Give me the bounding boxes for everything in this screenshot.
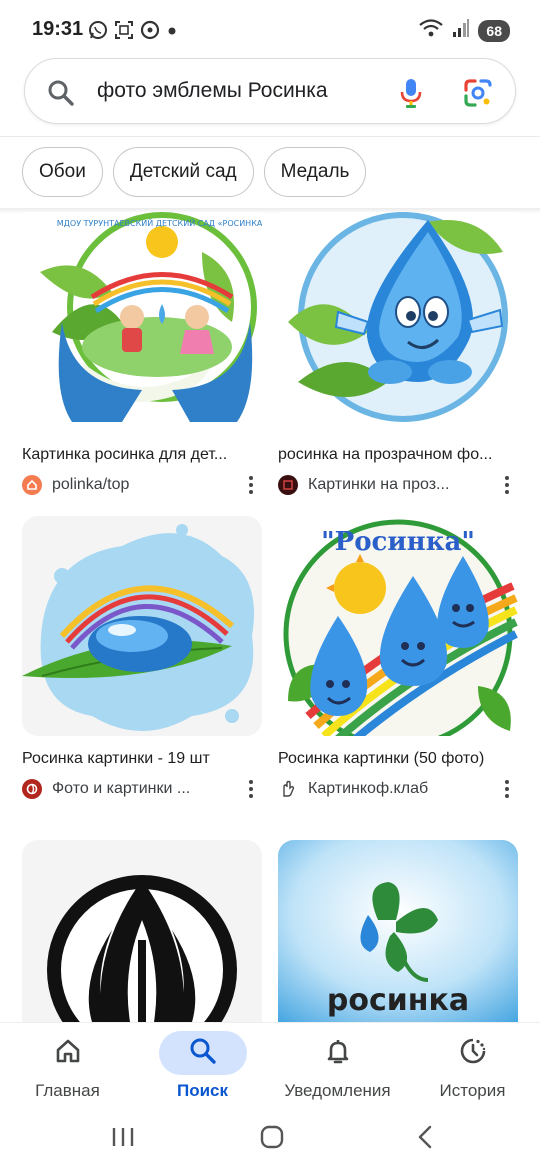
nav-history-label: История xyxy=(439,1081,506,1100)
more-options-icon[interactable] xyxy=(502,476,512,494)
nav-search-label: Поиск xyxy=(176,1081,229,1100)
history-icon xyxy=(459,1037,487,1070)
more-options-icon[interactable] xyxy=(502,780,512,798)
chip-medal[interactable]: Медаль xyxy=(263,147,367,197)
back-button-icon[interactable] xyxy=(413,1124,439,1155)
recents-button-icon[interactable] xyxy=(110,1124,136,1155)
result-source-row: Картинки на проз... xyxy=(278,474,518,496)
result-image[interactable]: росинка xyxy=(278,840,518,1022)
more-options-icon[interactable] xyxy=(246,780,256,798)
result-source[interactable]: Фото и картинки ... xyxy=(52,780,224,798)
nav-search-pill xyxy=(159,1031,247,1075)
emblem-text: МДОУ ТУРУНТАЕВСКИЙ ДЕТСКИЙ САД «РОСИНКА» xyxy=(57,217,262,228)
result-source-row: Фото и картинки ... xyxy=(22,778,262,800)
result-image[interactable]: "Росинка" xyxy=(278,516,518,736)
nav-home[interactable]: Главная xyxy=(0,1023,135,1115)
nav-home-label: Главная xyxy=(35,1081,100,1100)
system-navigation-bar xyxy=(0,1114,540,1170)
filter-chips: Обои Детский сад Медаль xyxy=(22,147,367,197)
result-caption[interactable]: Росинка картинки - 19 шт xyxy=(22,750,258,768)
bottom-navigation: Главная Поиск Уведомления История xyxy=(0,1022,540,1114)
search-icon xyxy=(47,79,75,112)
result-image[interactable] xyxy=(22,840,262,1022)
mic-icon[interactable] xyxy=(399,77,423,114)
result-source-row: Картинкоф.клаб xyxy=(278,778,518,800)
result-source[interactable]: Картинкоф.клаб xyxy=(308,780,480,798)
status-time: 19:31 xyxy=(32,18,84,40)
screenshot-icon xyxy=(114,20,134,45)
google-lens-icon[interactable] xyxy=(463,78,493,113)
nav-notifications[interactable]: Уведомления xyxy=(270,1023,405,1115)
result-caption[interactable]: Картинка росинка для дет... xyxy=(22,446,258,464)
emblem-title: "Росинка" xyxy=(321,527,475,557)
home-icon xyxy=(54,1037,82,1070)
nav-notifications-label: Уведомления xyxy=(284,1081,391,1100)
chip-detsky-sad[interactable]: Детский сад xyxy=(112,147,254,197)
bell-icon xyxy=(324,1037,352,1070)
nav-home-pill xyxy=(24,1031,112,1075)
status-bar: 19:31 68 xyxy=(0,0,540,58)
home-button-icon[interactable] xyxy=(259,1124,285,1155)
result-card[interactable]: росинка на прозрачном фо... Картинки на … xyxy=(278,212,518,496)
dark-square-favicon-icon xyxy=(278,475,298,495)
dot-icon xyxy=(166,24,178,42)
messenger-icon xyxy=(140,20,160,45)
result-source[interactable]: Картинки на проз... xyxy=(308,476,480,494)
result-image[interactable]: МДОУ ТУРУНТАЕВСКИЙ ДЕТСКИЙ САД «РОСИНКА» xyxy=(22,212,262,432)
notification-icons xyxy=(88,20,178,45)
result-card[interactable]: росинка xyxy=(278,840,518,1022)
swirl-favicon-icon xyxy=(22,779,42,799)
nav-history-pill xyxy=(429,1031,517,1075)
logo-wordmark: росинка xyxy=(327,983,469,1018)
search-bar[interactable]: фото эмблемы Росинка xyxy=(24,58,516,124)
battery-indicator: 68 xyxy=(478,19,510,42)
whatsapp-icon xyxy=(88,20,108,45)
result-card[interactable] xyxy=(22,840,262,1022)
nav-history[interactable]: История xyxy=(405,1023,540,1115)
wifi-icon xyxy=(418,18,444,43)
result-caption[interactable]: Росинка картинки (50 фото) xyxy=(278,750,514,768)
hand-favicon-icon xyxy=(278,779,298,799)
result-source-row: polinka/top xyxy=(22,474,262,496)
nav-notifications-pill xyxy=(294,1031,382,1075)
result-source[interactable]: polinka/top xyxy=(52,476,224,494)
signal-icon xyxy=(452,18,470,43)
nav-search[interactable]: Поиск xyxy=(135,1023,270,1115)
header-divider xyxy=(0,136,540,137)
chip-oboi[interactable]: Обои xyxy=(22,147,103,197)
result-caption[interactable]: росинка на прозрачном фо... xyxy=(278,446,514,464)
result-card[interactable]: Росинка картинки - 19 шт Фото и картинки… xyxy=(22,516,262,800)
result-image[interactable] xyxy=(22,516,262,736)
result-card[interactable]: МДОУ ТУРУНТАЕВСКИЙ ДЕТСКИЙ САД «РОСИНКА»… xyxy=(22,212,262,496)
system-status-icons: 68 xyxy=(418,18,510,43)
search-query[interactable]: фото эмблемы Росинка xyxy=(97,79,328,103)
search-icon xyxy=(189,1037,217,1070)
result-image[interactable] xyxy=(278,212,518,432)
more-options-icon[interactable] xyxy=(246,476,256,494)
result-card[interactable]: "Росинка" Росинка картинки (50 фото) Кар… xyxy=(278,516,518,800)
house-favicon-icon xyxy=(22,475,42,495)
